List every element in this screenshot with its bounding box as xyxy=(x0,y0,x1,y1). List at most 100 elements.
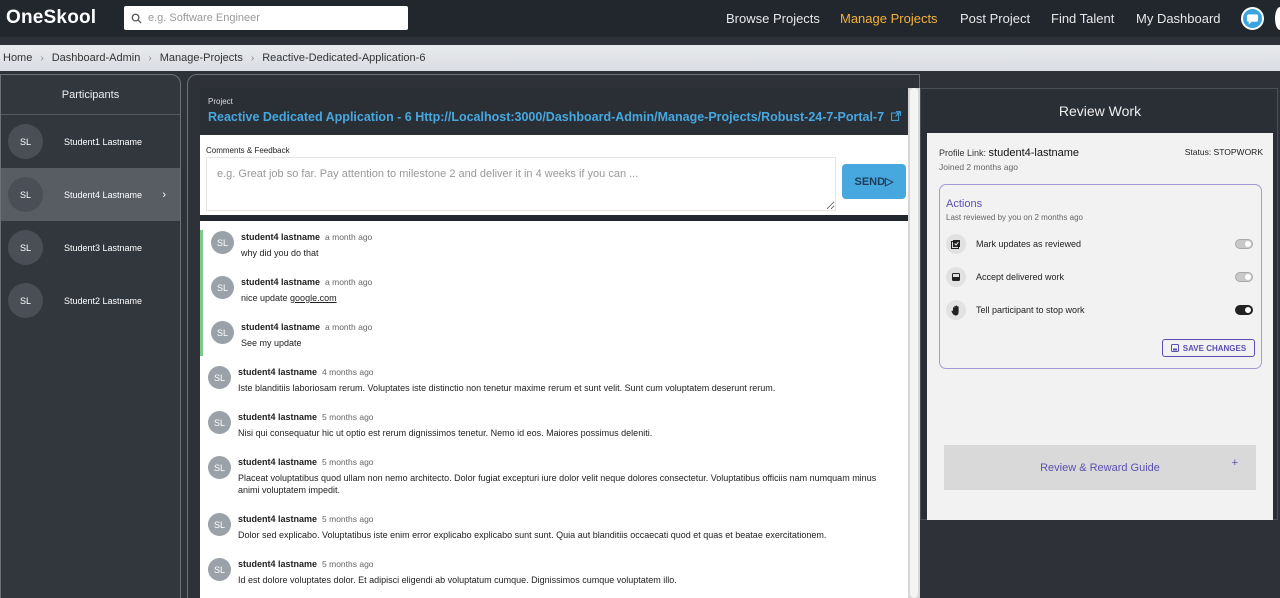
message-text: Nisi qui consequatur hic ut optio est re… xyxy=(238,428,653,438)
avatar: SL xyxy=(208,456,231,479)
nav-post-project[interactable]: Post Project xyxy=(960,11,1030,26)
nav-my-dashboard[interactable]: My Dashboard xyxy=(1136,11,1221,26)
save-changes-label: SAVE CHANGES xyxy=(1182,343,1247,353)
participant-item[interactable]: SL Student3 Lastname xyxy=(1,221,180,274)
comment-input[interactable] xyxy=(206,157,836,211)
message-author: student4 lastname xyxy=(238,457,318,467)
actions-subtitle: Last reviewed by you on 2 months ago xyxy=(946,213,1083,222)
participants-panel: Participants SL Student1 Lastname SL Stu… xyxy=(0,74,181,598)
participant-name: Student1 Lastname xyxy=(64,136,143,147)
list-item: SL student4 lastname 4 months ago Iste bl… xyxy=(208,366,888,394)
chat-icon xyxy=(1246,13,1259,25)
participant-avatar: SL xyxy=(8,283,43,318)
participant-avatar: SL xyxy=(8,124,43,159)
logo[interactable]: OneSkool xyxy=(6,7,96,29)
search-input[interactable] xyxy=(148,12,388,24)
scrollbar-thumb[interactable] xyxy=(910,88,918,598)
plus-icon: + xyxy=(1231,457,1238,469)
message-text: Iste blanditiis laboriosam rerum. Volupt… xyxy=(238,383,776,393)
stop-work-toggle[interactable] xyxy=(1235,305,1253,315)
profile-link: Profile Link: student4-lastname xyxy=(939,147,1079,159)
send-icon: ▷ xyxy=(885,176,894,188)
list-item: SL student4 lastname 5 months ago Nisi qu… xyxy=(208,411,888,439)
send-label: SEND xyxy=(854,176,886,188)
profile-link-value[interactable]: student4-lastname xyxy=(989,147,1080,159)
project-title: Reactive Dedicated Application - 6 Http:… xyxy=(208,110,885,124)
comments-feed: SL student4 lastname a month ago why did … xyxy=(200,221,908,598)
chevron-right-icon: › xyxy=(40,52,44,64)
guide-label: Review & Reward Guide xyxy=(1040,461,1160,474)
participant-name: Student4 Lastname xyxy=(64,189,143,200)
message-author: student4 lastname xyxy=(241,322,321,332)
accept-work-toggle[interactable] xyxy=(1235,272,1253,282)
project-header: Project Reactive Dedicated Application -… xyxy=(200,88,908,135)
participant-avatar: SL xyxy=(8,230,43,265)
actions-box: Actions Last reviewed by you on 2 months… xyxy=(939,184,1262,369)
message-author: student4 lastname xyxy=(238,514,318,524)
participant-item-selected[interactable]: SL Student4 Lastname › xyxy=(1,168,180,221)
project-title-link[interactable]: Reactive Dedicated Application - 6 Http:… xyxy=(208,110,901,124)
message-text: Placeat voluptatibus quod ullam non nemo… xyxy=(238,473,877,495)
hand-icon xyxy=(946,300,966,320)
message-time: a month ago xyxy=(325,232,373,242)
message-author: student4 lastname xyxy=(238,367,318,377)
list-item: SL student4 lastname 5 months ago Placeat… xyxy=(208,456,888,496)
search-box[interactable] xyxy=(124,6,408,30)
save-changes-button[interactable]: SAVE CHANGES xyxy=(1162,339,1255,357)
message-author: student4 lastname xyxy=(238,412,318,422)
action-accept-work: Accept delivered work xyxy=(946,267,1256,287)
unread-indicator xyxy=(200,230,203,356)
action-label: Tell participant to stop work xyxy=(976,305,1085,315)
participant-avatar: SL xyxy=(8,177,43,212)
breadcrumb-dashboard-admin[interactable]: Dashboard-Admin xyxy=(52,52,141,64)
participant-name: Student2 Lastname xyxy=(64,295,143,306)
message-link[interactable]: google.com xyxy=(290,293,337,303)
breadcrumb: Home › Dashboard-Admin › Manage-Projects… xyxy=(0,45,1280,71)
chat-avatar-button[interactable] xyxy=(1241,7,1264,30)
save-icon xyxy=(1170,344,1179,352)
message-time: 5 months ago xyxy=(322,514,374,524)
message-text: why did you do that xyxy=(241,248,319,258)
breadcrumb-home[interactable]: Home xyxy=(3,52,32,64)
profile-link-label: Profile Link: xyxy=(939,148,987,158)
review-reward-guide[interactable]: Review & Reward Guide + xyxy=(944,445,1256,490)
message-time: 4 months ago xyxy=(322,367,374,377)
list-item: SL student4 lastname a month ago See my u… xyxy=(211,321,891,349)
participant-item[interactable]: SL Student2 Lastname xyxy=(1,274,180,327)
message-text: Dolor sed explicabo. Voluptatibus iste e… xyxy=(238,530,827,540)
participants-title: Participants xyxy=(1,75,180,115)
action-mark-reviewed: Mark updates as reviewed xyxy=(946,234,1256,254)
avatar: SL xyxy=(211,231,234,254)
avatar: SL xyxy=(211,276,234,299)
message-time: 5 months ago xyxy=(322,412,374,422)
message-time: 5 months ago xyxy=(322,457,374,467)
avatar: SL xyxy=(208,366,231,389)
feed-scrollbar[interactable] xyxy=(908,88,920,598)
checklist-icon xyxy=(946,234,966,254)
nav-browse-projects[interactable]: Browse Projects xyxy=(726,11,820,26)
top-navbar: OneSkool Browse Projects Manage Projects… xyxy=(0,0,1280,37)
chevron-right-icon: › xyxy=(148,52,152,64)
avatar: SL xyxy=(208,558,231,581)
action-label: Mark updates as reviewed xyxy=(976,239,1082,249)
action-stop-work: Tell participant to stop work xyxy=(946,300,1256,320)
message-author: student4 lastname xyxy=(238,559,318,569)
inbox-icon xyxy=(946,267,966,287)
external-link-icon xyxy=(890,111,901,121)
send-button[interactable]: SEND▷ xyxy=(842,164,906,199)
message-time: a month ago xyxy=(325,322,373,332)
nav-manage-projects[interactable]: Manage Projects xyxy=(840,11,938,26)
breadcrumb-manage-projects[interactable]: Manage-Projects xyxy=(160,52,243,64)
participant-item[interactable]: SL Student1 Lastname xyxy=(1,115,180,168)
nav-find-talent[interactable]: Find Talent xyxy=(1051,11,1114,26)
review-panel: Review Work Profile Link: student4-lastn… xyxy=(920,88,1278,520)
comments-label: Comments & Feedback xyxy=(206,146,290,155)
review-card: Profile Link: student4-lastname Joined 2… xyxy=(927,133,1273,520)
mark-reviewed-toggle[interactable] xyxy=(1235,239,1253,249)
message-text: See my update xyxy=(241,338,302,348)
message-time: a month ago xyxy=(325,277,373,287)
actions-title: Actions xyxy=(946,198,983,210)
avatar: SL xyxy=(211,321,234,344)
user-avatar[interactable] xyxy=(1275,7,1280,30)
avatar: SL xyxy=(208,513,231,536)
